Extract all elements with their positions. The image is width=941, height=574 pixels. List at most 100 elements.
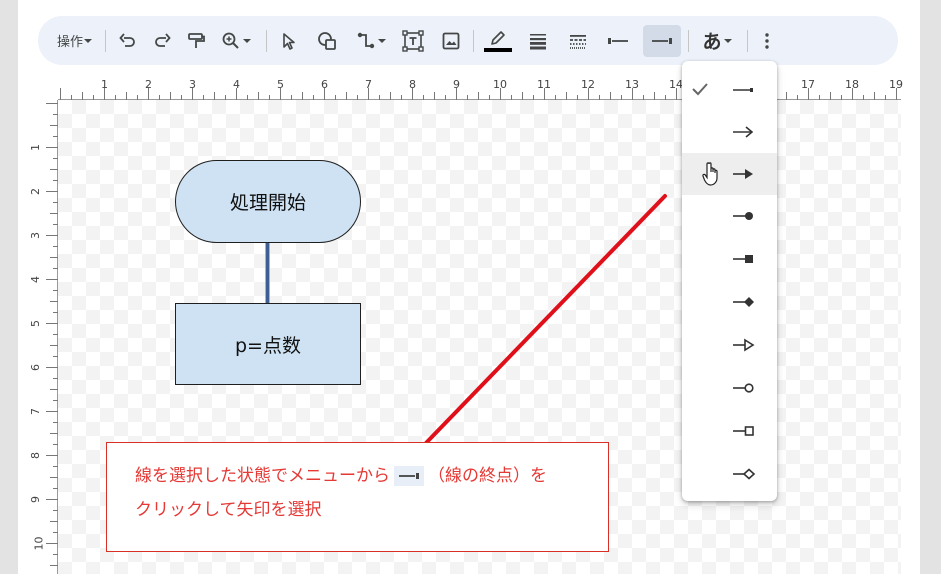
line-color-button[interactable] — [481, 25, 515, 57]
paint-format-button[interactable] — [181, 25, 211, 57]
diamond-filled-icon — [733, 297, 754, 307]
start-terminal-label: 処理開始 — [229, 192, 306, 214]
ruler-number: 6 — [321, 78, 328, 91]
arrow-open-icon — [733, 126, 754, 138]
background-sheet-left — [0, 0, 18, 574]
textbox-icon — [402, 29, 424, 52]
line-end-option-triangle-open[interactable] — [682, 324, 777, 366]
dropdown-caret-icon — [84, 38, 92, 43]
line-end-option-square-open[interactable] — [682, 410, 777, 452]
arrow-filled-icon — [733, 169, 753, 179]
ruler-number: 8 — [409, 78, 416, 91]
background-sheet-right — [920, 0, 941, 574]
line-start-button[interactable] — [601, 25, 635, 57]
shape-button[interactable] — [312, 25, 342, 57]
ruler-number: 13 — [625, 78, 639, 91]
redo-icon — [155, 32, 171, 47]
ruler-number: 6 — [29, 364, 42, 371]
undo-icon — [119, 32, 135, 47]
actions-menu-label: 操作 — [56, 35, 83, 50]
line-end-option-arrow-open[interactable] — [682, 111, 777, 153]
textbox-button[interactable] — [398, 25, 428, 57]
ruler-number: 1 — [101, 78, 108, 91]
line-end-menu — [682, 61, 777, 501]
square-filled-icon — [733, 255, 753, 263]
ruler-number: 12 — [581, 78, 595, 91]
toolbar-separator — [266, 29, 267, 52]
dropdown-caret-icon — [243, 38, 251, 43]
more-icon — [765, 32, 769, 49]
ruler-number: 9 — [453, 78, 460, 91]
ruler-number: 14 — [669, 78, 683, 91]
ruler-number: 10 — [493, 78, 507, 91]
selected-connector-line[interactable] — [265, 243, 270, 303]
ruler-number: 17 — [801, 78, 815, 91]
select-icon — [283, 32, 295, 50]
actions-menu-button[interactable]: 操作 — [52, 25, 98, 57]
ruler-number: 3 — [29, 232, 42, 239]
ruler-number: 10 — [32, 536, 46, 551]
image-button[interactable] — [436, 25, 466, 57]
select-button[interactable] — [274, 25, 304, 57]
process-shape[interactable]: p=点数 — [175, 303, 361, 385]
diamond-open-icon — [733, 468, 756, 480]
ruler-number: 18 — [845, 78, 859, 91]
line-end-option-diamond-filled[interactable] — [682, 281, 777, 323]
ruler-number: 8 — [29, 452, 42, 459]
ruler-number: 4 — [29, 276, 42, 283]
ruler-number: 19 — [889, 78, 903, 91]
line-tool-button[interactable] — [350, 25, 394, 57]
instruction-text-line2: クリックして矢印を選択 — [135, 500, 322, 520]
line-end-icon — [652, 37, 672, 44]
toolbar-separator — [473, 29, 474, 52]
square-open-icon — [733, 426, 754, 436]
line-weight-button[interactable] — [523, 25, 553, 57]
line-end-option-arrow-filled[interactable] — [682, 153, 777, 195]
toolbar-separator — [105, 29, 106, 52]
checkmark-icon — [692, 83, 708, 96]
shape-icon — [318, 31, 336, 50]
dropdown-caret-icon — [378, 38, 386, 43]
zoom-button[interactable] — [215, 25, 259, 57]
start-terminal-shape[interactable]: 処理開始 — [175, 160, 361, 243]
ruler-number: 3 — [189, 78, 196, 91]
line-end-button[interactable] — [643, 24, 681, 57]
line-color-icon — [491, 31, 505, 45]
ruler-number: 7 — [29, 408, 42, 415]
ruler-number: 5 — [29, 320, 42, 327]
instruction-text-before: 線を選択した状態でメニューから — [135, 466, 390, 486]
line-start-icon — [608, 37, 628, 44]
line-end-option-square-filled[interactable] — [682, 238, 777, 280]
drawing-toolbar: 操作 あ — [38, 16, 898, 65]
line-end-inline-icon — [394, 466, 424, 486]
ruler-number: 11 — [537, 78, 551, 91]
line-weight-icon — [530, 33, 546, 49]
line-dash-button[interactable] — [563, 25, 593, 57]
ruler-number: 1 — [29, 144, 42, 151]
toolbar-separator — [688, 29, 689, 52]
line-color-swatch — [484, 48, 512, 52]
oval-open-icon — [733, 383, 754, 393]
image-icon — [442, 32, 460, 49]
zoom-icon — [222, 32, 239, 49]
paint-format-icon — [188, 32, 205, 48]
ruler-number: 7 — [365, 78, 372, 91]
text-style-button[interactable]: あ — [696, 25, 740, 57]
instruction-text-after: （線の終点）を — [428, 466, 547, 486]
toolbar-separator — [747, 29, 748, 52]
line-end-option-none[interactable] — [682, 69, 777, 111]
line-end-option-diamond-open[interactable] — [682, 453, 777, 495]
more-options-button[interactable] — [755, 25, 779, 57]
process-shape-label: p=点数 — [235, 334, 301, 357]
ruler-number: 5 — [277, 78, 284, 91]
ruler-number: 9 — [29, 496, 42, 503]
text-style-label: あ — [702, 31, 722, 53]
line-end-option-oval-filled[interactable] — [682, 195, 777, 237]
ruler-number: 2 — [29, 188, 42, 195]
undo-button[interactable] — [113, 25, 143, 57]
redo-button[interactable] — [147, 25, 177, 57]
ruler-number: 4 — [233, 78, 240, 91]
vertical-ruler: 1 2 3 4 5 6 7 8 9 10 — [29, 100, 58, 574]
hand-cursor-icon — [702, 162, 718, 186]
line-end-option-oval-open[interactable] — [682, 367, 777, 409]
